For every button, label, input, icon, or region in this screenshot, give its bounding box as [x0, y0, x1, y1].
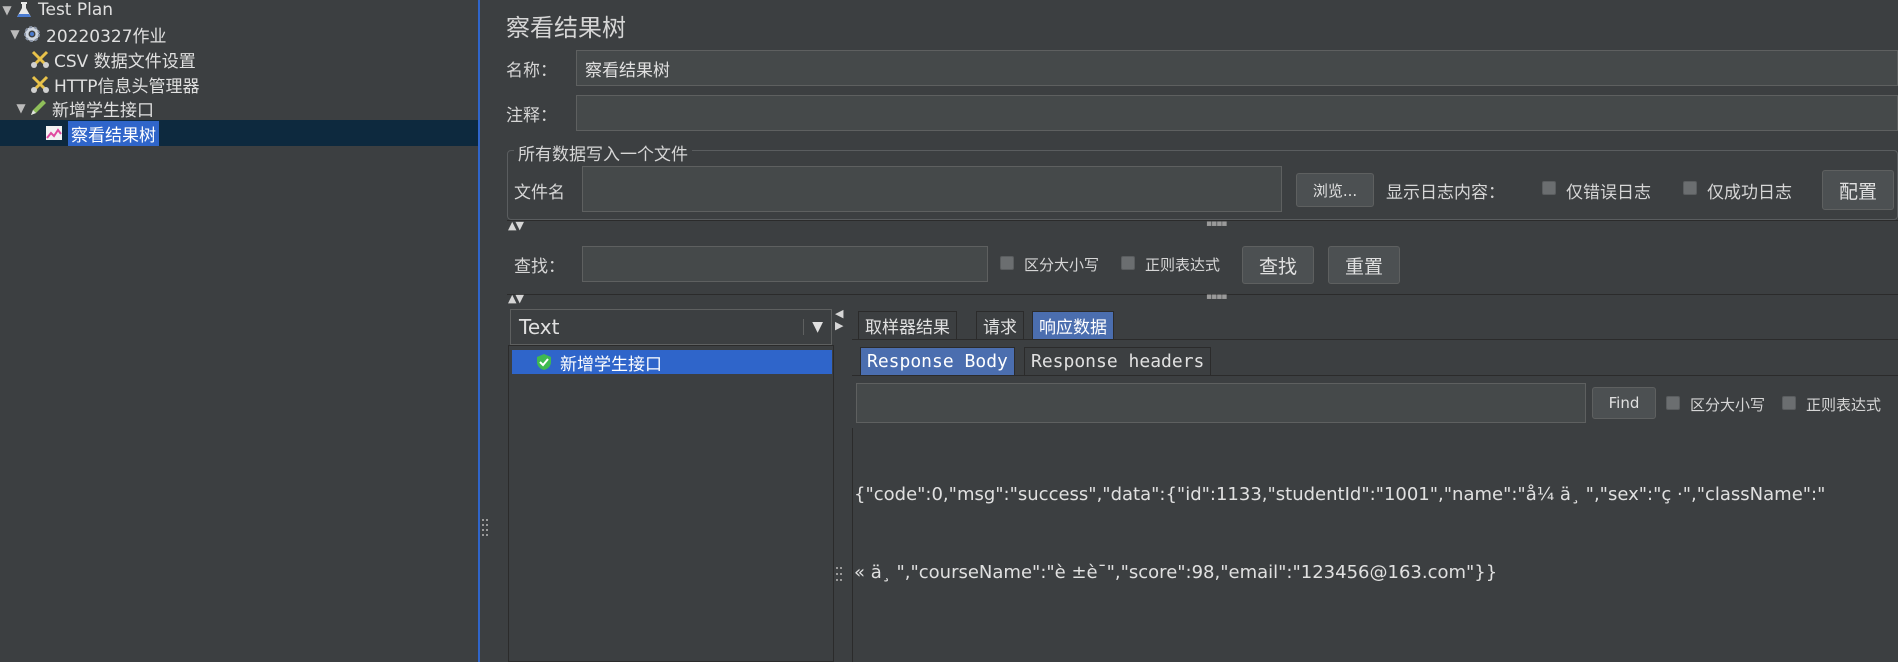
- response-regex-checkbox[interactable]: [1782, 396, 1796, 410]
- list-item-label: 新增学生接口: [560, 354, 662, 375]
- response-case-sensitive-label: 区分大小写: [1690, 396, 1766, 414]
- success-only-checkbox[interactable]: [1683, 181, 1697, 195]
- gear-icon: [22, 24, 42, 44]
- success-shield-icon: [536, 353, 552, 371]
- errors-only-label: 仅错误日志: [1566, 183, 1651, 203]
- expand-arrow-icon[interactable]: ▼: [8, 27, 22, 41]
- splitter-grip-icon[interactable]: ▪▪▪▪: [1206, 219, 1227, 229]
- response-case-sensitive-checkbox[interactable]: [1666, 396, 1680, 410]
- comment-label: 注释：: [506, 106, 557, 126]
- search-label: 查找：: [514, 257, 565, 277]
- response-search-input[interactable]: [856, 383, 1586, 423]
- tab-response-body[interactable]: Response Body: [860, 347, 1015, 375]
- tree-item-csv-config[interactable]: CSV 数据文件设置: [30, 47, 196, 72]
- tree-item-test-plan[interactable]: ▼ Test Plan: [0, 0, 113, 22]
- tree-item-http-sampler[interactable]: ▼ 新增学生接口: [14, 96, 154, 121]
- tree-item-label: CSV 数据文件设置: [54, 51, 196, 72]
- horizontal-splitter[interactable]: [507, 294, 1898, 306]
- tree-item-http-header-manager[interactable]: HTTP信息头管理器: [30, 72, 200, 97]
- renderer-selected-value: Text: [519, 315, 560, 339]
- tree-item-label: HTTP信息头管理器: [54, 76, 200, 97]
- case-sensitive-label: 区分大小写: [1024, 256, 1100, 274]
- groupbox-title: 所有数据写入一个文件: [514, 140, 692, 165]
- tree-item-thread-group[interactable]: ▼ 20220327作业: [8, 22, 167, 47]
- pen-icon: [28, 98, 48, 118]
- tab-response-data[interactable]: 响应数据: [1032, 311, 1114, 339]
- name-field[interactable]: 察看结果树: [576, 50, 1898, 86]
- regex-checkbox[interactable]: [1121, 256, 1135, 270]
- tab-strip-divider: [852, 339, 1898, 340]
- collapse-arrows-icon[interactable]: ▲▼: [508, 292, 524, 305]
- name-label: 名称：: [506, 61, 557, 81]
- tab-request[interactable]: 请求: [976, 311, 1024, 339]
- tree-item-label: Test Plan: [38, 0, 114, 20]
- response-body-text[interactable]: {"code":0,"msg":"success","data":{"id":1…: [854, 430, 1894, 612]
- response-line: {"code":0,"msg":"success","data":{"id":1…: [854, 484, 1826, 505]
- flask-icon: [14, 0, 34, 20]
- tree-item-label: 新增学生接口: [52, 100, 154, 121]
- filename-field[interactable]: [582, 166, 1282, 212]
- expand-arrow-icon[interactable]: ▼: [14, 101, 28, 115]
- reset-button[interactable]: 重置: [1328, 246, 1400, 284]
- find-button[interactable]: 查找: [1242, 246, 1314, 284]
- tree-item-label: 察看结果树: [68, 120, 159, 146]
- expand-arrow-icon[interactable]: ▼: [0, 3, 14, 17]
- collapse-arrows-icon[interactable]: ◀ ▶: [835, 308, 844, 332]
- tab-sampler-result[interactable]: 取样器结果: [858, 311, 957, 339]
- horizontal-splitter[interactable]: [507, 220, 1898, 232]
- splitter-grip-icon[interactable]: [481, 518, 489, 538]
- splitter-grip-icon[interactable]: [836, 566, 842, 586]
- results-list: [508, 345, 834, 662]
- list-item[interactable]: 新增学生接口: [512, 350, 832, 375]
- response-line: « ä¸ ","courseName":"è ±è¯­","score":98,…: [854, 562, 1498, 583]
- log-display-label: 显示日志内容：: [1386, 183, 1505, 203]
- config-button[interactable]: 配置: [1822, 170, 1894, 210]
- scissors-icon: [30, 49, 50, 69]
- comment-field[interactable]: [576, 95, 1898, 131]
- regex-label: 正则表达式: [1145, 256, 1221, 274]
- chevron-down-icon: ▼: [803, 319, 823, 335]
- tab-response-headers[interactable]: Response headers: [1024, 347, 1212, 375]
- test-plan-tree: ▼ Test Plan ▼ 20220327作业 CSV 数据文件设置 HTTP…: [0, 0, 478, 662]
- page-title: 察看结果树: [506, 14, 626, 42]
- tree-panel-divider[interactable]: [478, 0, 480, 662]
- tree-item-label: 20220327作业: [46, 26, 167, 47]
- filename-label: 文件名: [514, 183, 565, 203]
- splitter-grip-icon[interactable]: ▪▪▪▪: [1206, 292, 1227, 302]
- browse-button[interactable]: 浏览...: [1296, 173, 1374, 207]
- chart-icon: [44, 123, 64, 143]
- errors-only-checkbox[interactable]: [1542, 181, 1556, 195]
- response-regex-label: 正则表达式: [1806, 396, 1882, 414]
- tab-strip-divider: [852, 375, 1898, 376]
- name-field-value: 察看结果树: [585, 60, 670, 81]
- renderer-select[interactable]: Text ▼: [510, 309, 832, 345]
- success-only-label: 仅成功日志: [1707, 183, 1792, 203]
- response-find-button[interactable]: Find: [1592, 387, 1656, 419]
- tree-item-view-results-tree[interactable]: 察看结果树: [44, 120, 159, 146]
- scissors-icon: [30, 74, 50, 94]
- collapse-arrows-icon[interactable]: ▲▼: [508, 219, 524, 232]
- case-sensitive-checkbox[interactable]: [1000, 256, 1014, 270]
- search-input[interactable]: [582, 246, 988, 282]
